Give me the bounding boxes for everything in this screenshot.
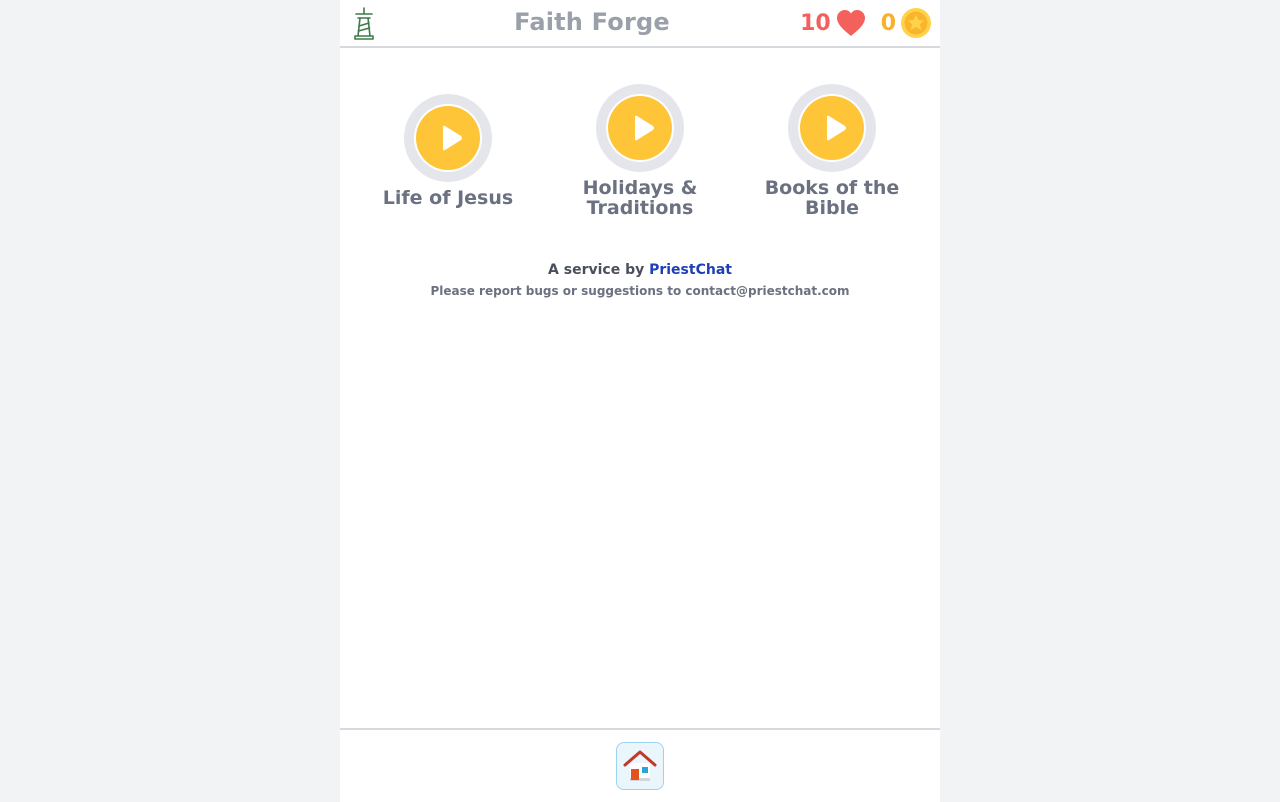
lesson-tile-books-of-the-bible[interactable]: Books of the Bible [736,84,928,218]
priestchat-link[interactable]: PriestChat [649,262,732,278]
home-icon [623,750,657,781]
cross-lighthouse-icon[interactable] [348,6,380,40]
lesson-label: Holidays & Traditions [582,177,698,219]
app-container: Faith Forge 10 0 Life of Jesus Holidays … [340,0,940,802]
play-button[interactable] [414,104,482,172]
play-icon [635,115,654,141]
service-info: A service by PriestChat Please report bu… [340,262,940,298]
top-bar: Faith Forge 10 0 [340,0,940,48]
lesson-ring [788,84,876,172]
play-icon [827,115,846,141]
service-prefix: A service by [548,262,645,278]
heart-icon [835,9,867,37]
stats-area: 10 0 [800,6,932,40]
service-line: A service by PriestChat [340,262,940,278]
lesson-label: Life of Jesus [382,187,514,209]
app-title: Faith Forge [514,8,670,36]
bottom-nav [340,728,940,802]
home-button[interactable] [616,742,664,790]
lesson-ring [596,84,684,172]
lesson-ring [404,94,492,182]
play-button[interactable] [606,94,674,162]
lesson-label: Books of the Bible [764,177,900,219]
lesson-grid: Life of Jesus Holidays & Traditions Book… [352,84,928,234]
lesson-tile-life-of-jesus[interactable]: Life of Jesus [352,94,544,208]
play-button[interactable] [798,94,866,162]
lesson-tile-holidays-traditions[interactable]: Holidays & Traditions [544,84,736,218]
play-icon [443,125,462,151]
hearts-count: 10 [800,10,831,36]
coins-count: 0 [880,10,896,36]
report-text: Please report bugs or suggestions to con… [430,284,850,298]
star-coin-icon [900,7,932,39]
